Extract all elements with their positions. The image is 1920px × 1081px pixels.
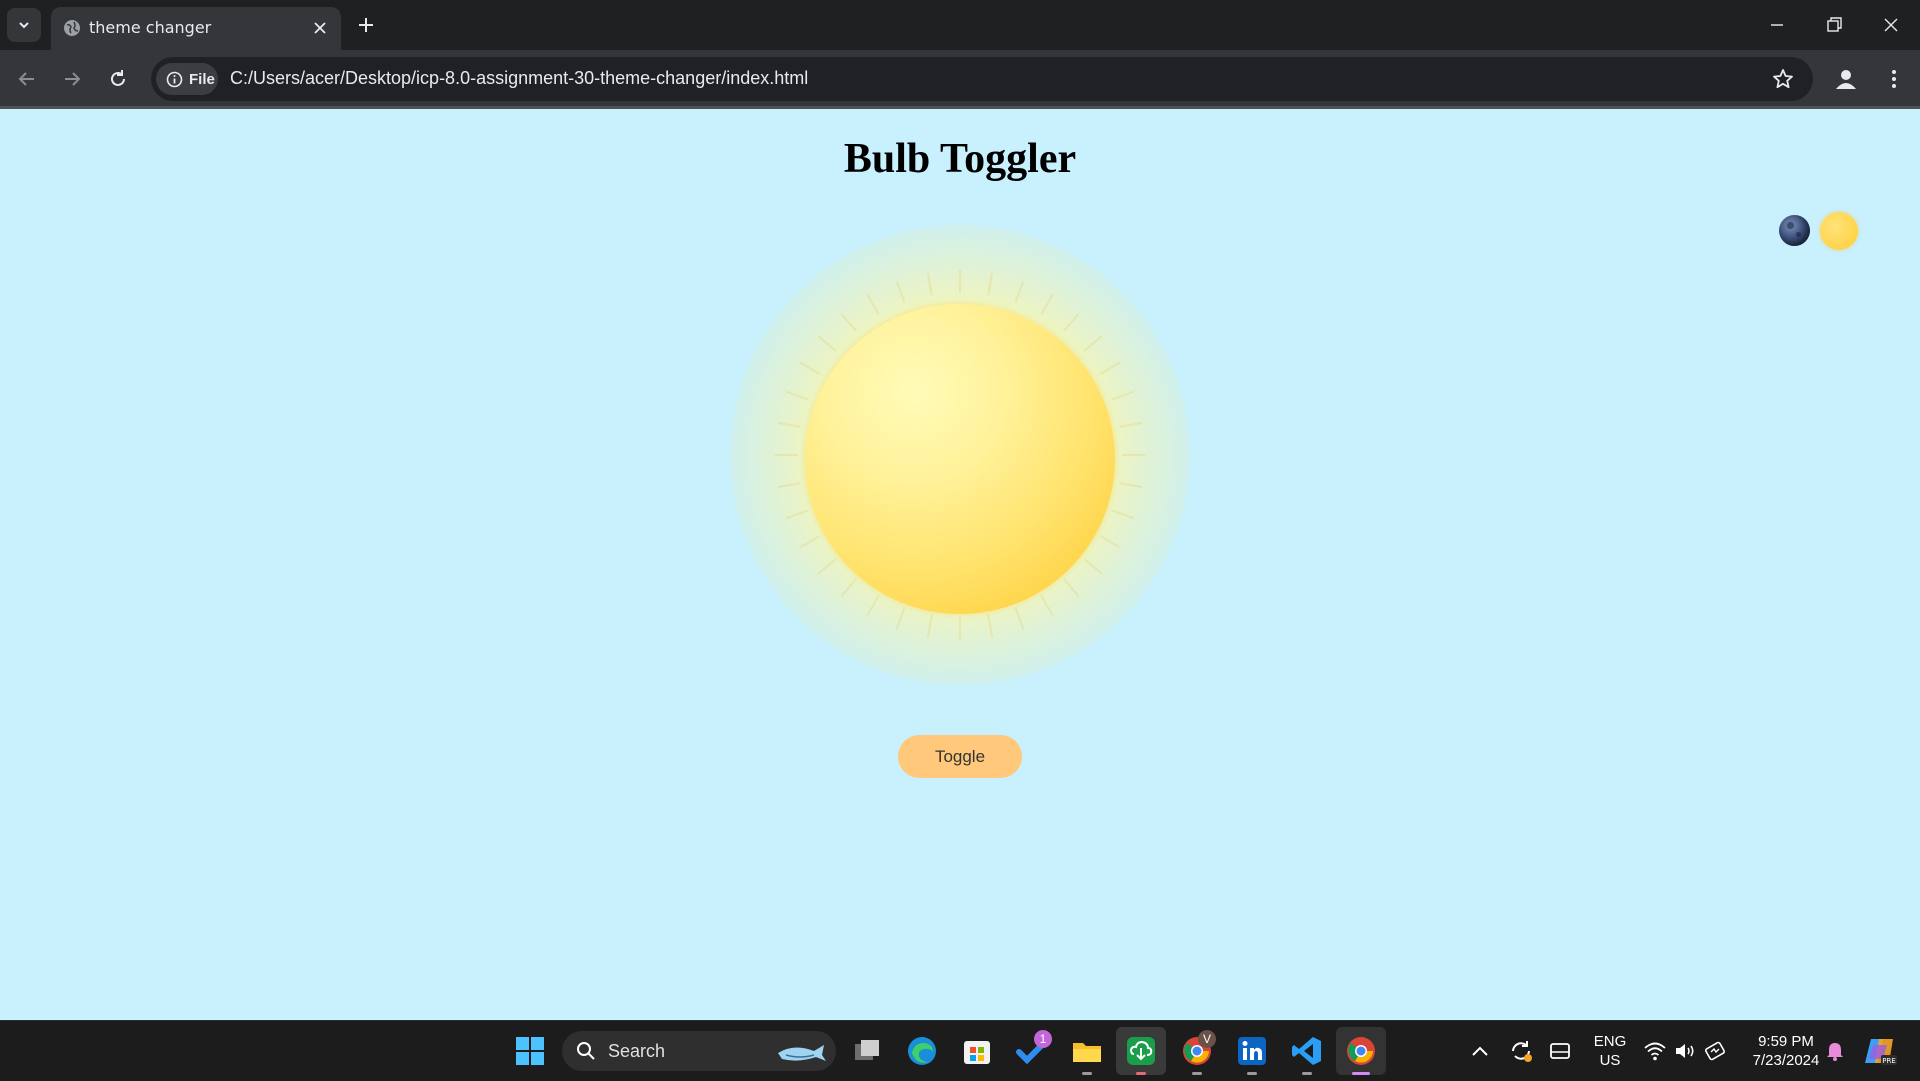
todo-badge: 1 bbox=[1034, 1030, 1052, 1048]
vscode-running-indicator bbox=[1302, 1072, 1312, 1075]
chrome-profile-badge: V bbox=[1198, 1030, 1216, 1048]
wifi-icon[interactable] bbox=[1643, 1039, 1667, 1063]
sun-ray bbox=[895, 280, 906, 304]
more-menu-icon[interactable] bbox=[1882, 67, 1906, 91]
sun-ray bbox=[1111, 509, 1135, 520]
sun-ray bbox=[817, 558, 837, 575]
edge-icon[interactable] bbox=[906, 1035, 938, 1067]
sun-ray bbox=[785, 390, 809, 401]
info-icon bbox=[166, 71, 183, 87]
globe-icon bbox=[64, 20, 80, 36]
copilot-icon[interactable]: PRE bbox=[1863, 1035, 1897, 1067]
keyboard-layout-icon[interactable] bbox=[1548, 1039, 1572, 1063]
restore-icon[interactable] bbox=[1821, 12, 1847, 38]
sun-ray bbox=[840, 578, 857, 598]
sun-ray bbox=[785, 509, 809, 520]
sun-ray bbox=[926, 614, 933, 638]
sun-ray bbox=[1063, 578, 1080, 598]
language-indicator[interactable]: ENG US bbox=[1590, 1032, 1630, 1070]
chevron-up-icon[interactable] bbox=[1469, 1041, 1491, 1061]
sun-ray bbox=[1083, 558, 1103, 575]
downloader-icon[interactable] bbox=[1125, 1035, 1157, 1067]
notification-bell-icon[interactable] bbox=[1824, 1040, 1846, 1062]
chrome-profile-running-indicator bbox=[1192, 1072, 1202, 1075]
new-tab-icon[interactable] bbox=[353, 12, 379, 38]
back-icon[interactable] bbox=[15, 67, 39, 91]
sun-ray bbox=[895, 606, 906, 630]
file-explorer-icon[interactable] bbox=[1071, 1035, 1103, 1067]
linkedin-running-indicator bbox=[1247, 1072, 1257, 1075]
sun-ray bbox=[1099, 361, 1121, 375]
linkedin-icon[interactable] bbox=[1236, 1035, 1268, 1067]
sun-ray bbox=[1014, 606, 1025, 630]
sun-ray bbox=[1111, 390, 1135, 401]
sun-ray bbox=[799, 361, 821, 375]
forward-icon[interactable] bbox=[60, 67, 84, 91]
clock-date: 7/23/2024 bbox=[1752, 1052, 1820, 1069]
language-code: ENG bbox=[1593, 1033, 1627, 1050]
explorer-running-indicator bbox=[1082, 1072, 1092, 1075]
address-bar[interactable]: File C:/Users/acer/Desktop/icp-8.0-assig… bbox=[151, 57, 1813, 101]
region-code: US bbox=[1599, 1052, 1621, 1069]
sun-ray bbox=[1099, 535, 1121, 549]
chevron-down-icon bbox=[19, 22, 29, 29]
page-title: Bulb Toggler bbox=[843, 136, 1077, 182]
browser-tab-strip: theme changer bbox=[0, 0, 1920, 50]
downloader-running-indicator bbox=[1136, 1072, 1146, 1075]
sun-ray bbox=[1040, 294, 1054, 316]
chrome-icon[interactable] bbox=[1345, 1035, 1377, 1067]
whale-icon bbox=[778, 1045, 826, 1061]
sun-ray bbox=[799, 535, 821, 549]
site-info-chip[interactable]: File bbox=[156, 63, 218, 95]
store-icon[interactable] bbox=[961, 1035, 993, 1067]
start-icon[interactable] bbox=[514, 1035, 546, 1067]
sun-ray bbox=[926, 272, 933, 296]
bookmark-star-icon[interactable] bbox=[1771, 67, 1795, 91]
vscode-icon[interactable] bbox=[1291, 1035, 1323, 1067]
tab-search-button[interactable] bbox=[7, 8, 41, 42]
taskbar: Search 1 V ENG US 9:59 PM 7/23/2024 PRE bbox=[0, 1020, 1920, 1081]
volume-icon[interactable] bbox=[1673, 1039, 1697, 1063]
battery-icon[interactable] bbox=[1703, 1039, 1727, 1063]
sun-ray bbox=[1040, 594, 1054, 616]
minimize-icon[interactable] bbox=[1764, 12, 1790, 38]
close-window-icon[interactable] bbox=[1878, 12, 1904, 38]
taskbar-search[interactable]: Search bbox=[562, 1031, 836, 1071]
sun-ray bbox=[1014, 280, 1025, 304]
profile-icon[interactable] bbox=[1834, 67, 1858, 91]
sun-ray bbox=[1083, 335, 1103, 352]
sun-ray bbox=[1063, 312, 1080, 332]
sun-ray bbox=[1119, 482, 1143, 489]
theme-switcher[interactable] bbox=[1779, 210, 1859, 250]
sync-icon[interactable] bbox=[1508, 1038, 1534, 1064]
sun-ray bbox=[987, 614, 994, 638]
sun-ray bbox=[987, 272, 994, 296]
sun-icon[interactable] bbox=[1820, 212, 1858, 250]
sun-ray bbox=[777, 482, 801, 489]
sun-ray bbox=[840, 312, 857, 332]
tab-title: theme changer bbox=[89, 18, 212, 37]
page-content: Bulb Toggler Toggle bbox=[0, 109, 1920, 1020]
sun-ray bbox=[866, 294, 880, 316]
browser-toolbar: File C:/Users/acer/Desktop/icp-8.0-assig… bbox=[0, 50, 1920, 108]
search-placeholder: Search bbox=[608, 1041, 666, 1061]
url-text[interactable]: C:/Users/acer/Desktop/icp-8.0-assignment… bbox=[230, 68, 808, 89]
moon-icon[interactable] bbox=[1779, 215, 1810, 246]
scheme-label: File bbox=[189, 70, 215, 88]
reload-icon[interactable] bbox=[106, 67, 130, 91]
toggle-button[interactable]: Toggle bbox=[898, 735, 1022, 778]
browser-tab[interactable]: theme changer bbox=[51, 7, 341, 50]
task-view-icon[interactable] bbox=[851, 1035, 883, 1067]
clock[interactable]: 9:59 PM 7/23/2024 bbox=[1738, 1032, 1834, 1070]
search-icon bbox=[577, 1042, 595, 1060]
chrome-running-indicator bbox=[1352, 1072, 1370, 1075]
sun-ray bbox=[777, 421, 801, 428]
sun-ray bbox=[866, 594, 880, 616]
clock-time: 9:59 PM bbox=[1758, 1033, 1814, 1050]
sun-ray bbox=[1119, 421, 1143, 428]
sun-ray bbox=[817, 335, 837, 352]
close-tab-icon[interactable] bbox=[311, 19, 329, 37]
svg-text:PRE: PRE bbox=[1882, 1057, 1896, 1065]
sun-bulb[interactable] bbox=[805, 304, 1115, 614]
